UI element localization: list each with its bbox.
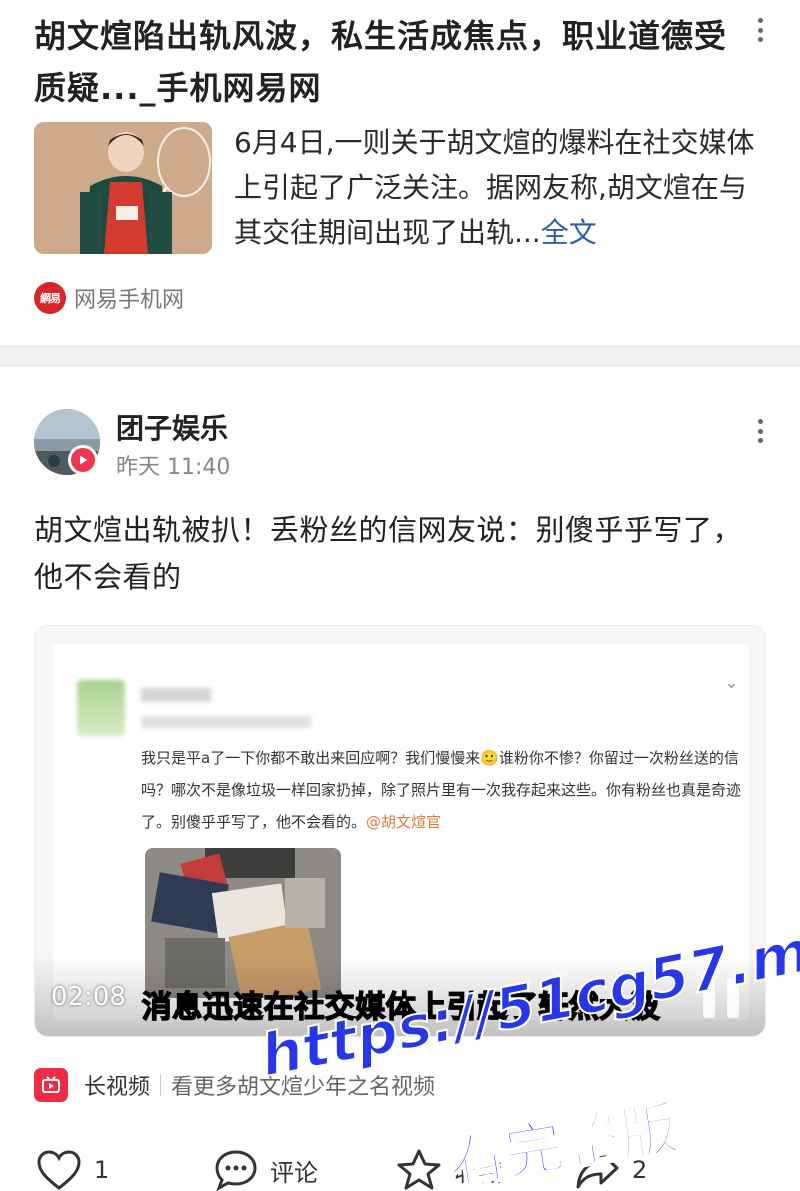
star-icon	[397, 1149, 441, 1190]
share-button[interactable]: 2	[574, 1149, 647, 1191]
long-video-link[interactable]: 长视频 看更多胡文煊少年之名视频	[34, 1065, 435, 1105]
blurred-avatar	[77, 680, 125, 736]
like-count: 1	[94, 1156, 110, 1184]
weibo-mention: @胡文煊官	[366, 813, 442, 831]
video-player[interactable]: ⌄ 我只是平a了一下你都不敢出来回应啊？我们慢慢来🙂谁粉你不惨？你留过一次粉丝送…	[34, 625, 766, 1037]
chevron-down-icon: ⌄	[723, 672, 739, 693]
favorite-label: 收藏	[454, 1158, 502, 1187]
post-card[interactable]: 团子娱乐 昨天 11:40 胡文煊出轨被扒！丢粉丝的信网友说：别傻乎乎写了，他不…	[0, 367, 800, 1191]
comment-label: 评论	[270, 1158, 318, 1187]
blurred-meta	[141, 716, 311, 728]
like-button[interactable]: 1	[36, 1149, 109, 1191]
news-card[interactable]: 胡文煊陷出轨风波，私生活成焦点，职业道德受质疑..._手机网易网 6月4日,一则…	[0, 0, 800, 345]
comment-button[interactable]: 评论	[214, 1149, 318, 1191]
pause-icon[interactable]	[703, 978, 739, 1018]
news-title[interactable]: 胡文煊陷出轨风波，私生活成焦点，职业道德受质疑..._手机网易网	[34, 10, 734, 114]
favorite-button[interactable]: 收藏	[396, 1149, 502, 1191]
comment-icon	[215, 1150, 257, 1191]
long-video-more: 看更多胡文煊少年之名视频	[171, 1075, 436, 1100]
separator	[160, 1074, 162, 1096]
news-summary: 6月4日,一则关于胡文煊的爆料在社交媒体上引起了广泛关注。据网友称,胡文煊在与其…	[234, 120, 764, 255]
netease-logo-icon: 網易	[34, 282, 66, 314]
news-summary-text: 6月4日,一则关于胡文煊的爆料在社交媒体上引起了广泛关注。据网友称,胡文煊在与其…	[234, 126, 755, 249]
action-bar: 1 评论 收藏 2	[0, 1149, 800, 1191]
author-name[interactable]: 团子娱乐	[116, 407, 228, 447]
post-text[interactable]: 胡文煊出轨被扒！丢粉丝的信网友说：别傻乎乎写了，他不会看的	[34, 507, 754, 601]
news-source[interactable]: 網易 网易手机网	[34, 282, 184, 314]
more-options-icon[interactable]	[750, 12, 770, 48]
long-video-icon	[34, 1068, 68, 1102]
feed-divider	[0, 345, 800, 367]
long-video-label: 长视频	[84, 1075, 151, 1100]
full-text-link[interactable]: 全文	[541, 216, 597, 249]
post-time: 昨天 11:40	[116, 455, 231, 480]
more-options-icon[interactable]	[750, 413, 770, 449]
news-thumbnail[interactable]	[34, 122, 212, 254]
weibo-post-text: 我只是平a了一下你都不敢出来回应啊？我们慢慢来🙂谁粉你不惨？你留过一次粉丝送的信…	[141, 742, 741, 838]
source-name: 网易手机网	[74, 288, 185, 313]
video-creator-badge-icon	[68, 445, 98, 475]
heart-icon	[37, 1150, 81, 1190]
blurred-username	[141, 688, 211, 702]
share-icon	[576, 1151, 619, 1189]
video-subtitle: 消息迅速在社交媒体上引起了轩然大波	[141, 989, 661, 1026]
share-count: 2	[632, 1156, 648, 1184]
